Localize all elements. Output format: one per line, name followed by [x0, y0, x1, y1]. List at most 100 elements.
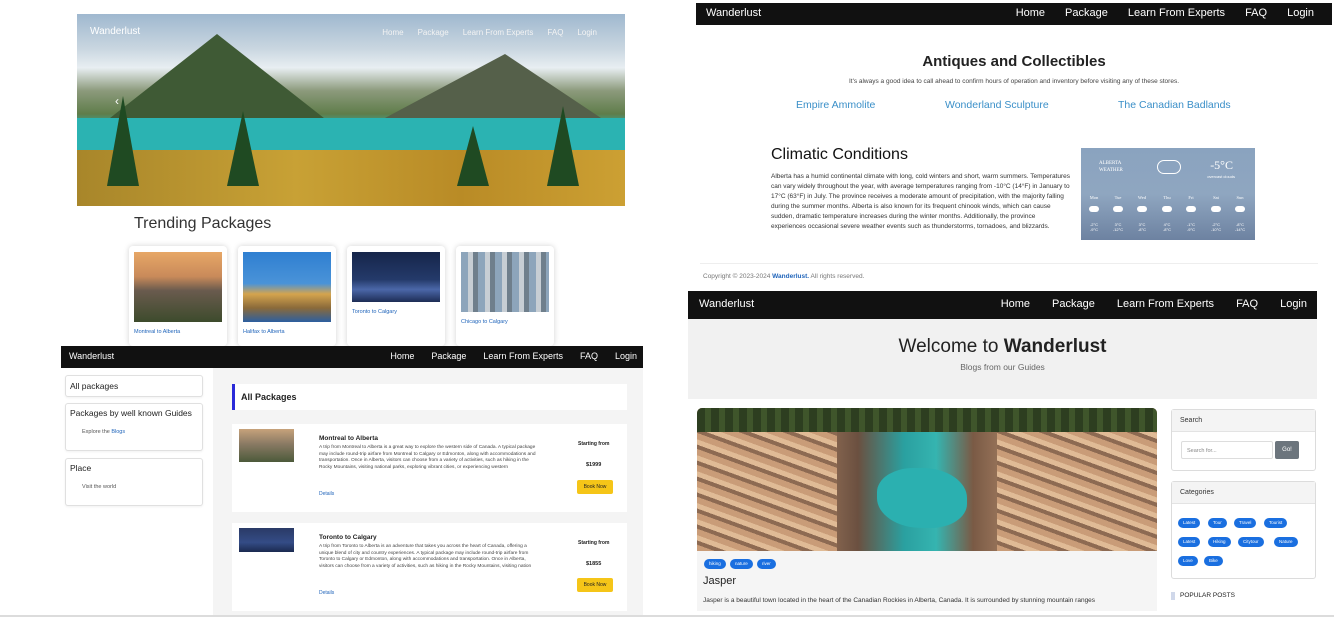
nav-login[interactable]: Login: [577, 28, 597, 37]
package-title: Toronto to Calgary: [319, 534, 377, 541]
package-row: Montreal to Alberta A trip from Montreal…: [232, 424, 627, 512]
nav-learn-from-experts[interactable]: Learn From Experts: [463, 28, 534, 37]
book-now-button[interactable]: Book Now: [577, 480, 613, 494]
search-input[interactable]: Search for...: [1181, 441, 1273, 459]
nav-login[interactable]: Login: [1280, 298, 1307, 310]
weather-range: -8°C -14°C: [1230, 222, 1250, 232]
brand-logo[interactable]: Wanderlust: [699, 298, 754, 310]
card-label[interactable]: Halifax to Alberta: [243, 329, 285, 335]
top-navbar: Wanderlust Home Package Learn From Exper…: [61, 346, 643, 368]
nav-learn-from-experts[interactable]: Learn From Experts: [1117, 298, 1214, 310]
search-go-button[interactable]: Go!: [1275, 441, 1299, 459]
cloud-icon: [1162, 206, 1172, 212]
category-tag[interactable]: Hiking: [1208, 537, 1231, 547]
package-price: $1999: [586, 462, 602, 468]
package-row: Toronto to Calgary A trip from Toronto t…: [232, 523, 627, 611]
weather-cloud-icon: [1157, 160, 1181, 174]
post-title[interactable]: Jasper: [703, 575, 736, 587]
sidebar-sub-text: Explore the: [82, 429, 110, 435]
post-tag[interactable]: river: [757, 559, 776, 569]
nav-learn-from-experts[interactable]: Learn From Experts: [483, 351, 563, 361]
nav-faq[interactable]: FAQ: [547, 28, 563, 37]
nav-learn-from-experts[interactable]: Learn From Experts: [1128, 7, 1225, 19]
weather-day: Fri: [1188, 195, 1194, 200]
book-now-button[interactable]: Book Now: [577, 578, 613, 592]
package-card[interactable]: Chicago to Calgary: [456, 246, 554, 346]
sidebar-item-all-packages[interactable]: All packages: [65, 375, 203, 397]
cloud-icon: [1113, 206, 1123, 212]
nav-faq[interactable]: FAQ: [1236, 298, 1258, 310]
chevron-left-icon[interactable]: ‹: [115, 94, 119, 108]
blogs-sub-text: Blogs from our: [960, 362, 1016, 372]
packages-sidebar: All packages Packages by well known Guid…: [61, 368, 213, 616]
nav-package[interactable]: Package: [1052, 298, 1095, 310]
category-tag[interactable]: Travel: [1234, 518, 1257, 528]
package-card[interactable]: Montreal to Alberta: [129, 246, 227, 346]
nav-login[interactable]: Login: [1287, 7, 1314, 19]
nav-faq[interactable]: FAQ: [1245, 7, 1267, 19]
nav-home[interactable]: Home: [1016, 7, 1045, 19]
store-link[interactable]: The Canadian Badlands: [1118, 99, 1231, 111]
sidebar-item-place[interactable]: Place Visit the world: [65, 458, 203, 506]
store-link[interactable]: Wonderland Sculpture: [945, 99, 1049, 111]
nav-links: Home Package Learn From Experts FAQ Logi…: [390, 351, 637, 361]
categories-widget-title: Categories: [1180, 489, 1214, 496]
category-tag[interactable]: Latest: [1178, 518, 1201, 528]
nav-home[interactable]: Home: [1001, 298, 1030, 310]
nav-home[interactable]: Home: [390, 351, 414, 361]
card-label[interactable]: Toronto to Calgary: [352, 309, 397, 315]
category-tag[interactable]: Tour: [1208, 518, 1227, 528]
hero-tree: [457, 126, 489, 186]
post-image-river: [877, 468, 967, 528]
category-tag[interactable]: Latest: [1178, 537, 1201, 547]
blogs-subtitle: Blogs from our Guides: [688, 362, 1317, 372]
weather-low: -8°C: [1162, 227, 1172, 232]
nav-links: Home Package Learn From Experts FAQ Logi…: [1001, 298, 1307, 310]
weather-low: -10°C: [1210, 227, 1222, 232]
category-tag[interactable]: Nature: [1274, 537, 1298, 547]
nav-login[interactable]: Login: [615, 351, 637, 361]
weather-temperature: -5°C: [1210, 158, 1233, 172]
weather-range: 3°C -12°C: [1108, 222, 1128, 232]
post-tag[interactable]: hiking: [704, 559, 726, 569]
search-widget-title: Search: [1180, 417, 1203, 424]
card-image: [134, 252, 222, 322]
card-label[interactable]: Montreal to Alberta: [134, 329, 180, 335]
category-tag[interactable]: Citytour: [1238, 537, 1264, 547]
blogs-link[interactable]: Blogs: [111, 429, 125, 435]
nav-package[interactable]: Package: [418, 28, 449, 37]
cloud-icon: [1137, 206, 1147, 212]
sidebar-item-label: Place: [70, 463, 92, 473]
nav-package[interactable]: Package: [431, 351, 466, 361]
brand-logo[interactable]: Wanderlust: [69, 351, 114, 361]
cloud-icon: [1235, 206, 1245, 212]
post-tag[interactable]: nature: [730, 559, 753, 569]
sidebar-item-guides[interactable]: Packages by well known Guides Explore th…: [65, 403, 203, 451]
brand-logo[interactable]: Wanderlust: [706, 7, 761, 19]
brand-logo[interactable]: Wanderlust: [90, 26, 140, 37]
card-label[interactable]: Chicago to Calgary: [461, 319, 508, 325]
nav-faq[interactable]: FAQ: [580, 351, 598, 361]
nav-package[interactable]: Package: [1065, 7, 1108, 19]
all-packages-title: All Packages: [241, 392, 297, 402]
popular-posts-title: POPULAR POSTS: [1180, 592, 1235, 599]
starting-from-label: Starting from: [578, 540, 610, 546]
nav-home[interactable]: Home: [382, 28, 403, 37]
category-tag[interactable]: Tourist: [1264, 518, 1288, 528]
hero-lake: [77, 118, 625, 152]
category-tag[interactable]: Bike: [1204, 556, 1223, 566]
card-image: [352, 252, 440, 302]
copyright-brand-link[interactable]: Wanderlust.: [772, 273, 809, 280]
card-image: [461, 252, 549, 312]
weather-range: -1°C -9°C: [1181, 222, 1201, 232]
weather-low: -9°C: [1186, 227, 1196, 232]
package-card[interactable]: Toronto to Calgary: [347, 246, 445, 346]
post-image[interactable]: [697, 408, 1157, 551]
category-tag[interactable]: Love: [1178, 556, 1198, 566]
details-link[interactable]: Details: [319, 491, 334, 497]
store-link[interactable]: Empire Ammolite: [796, 99, 875, 111]
hero-tree: [227, 111, 259, 186]
sidebar-item-label: Packages by well known Guides: [70, 408, 192, 418]
package-card[interactable]: Halifax to Alberta: [238, 246, 336, 346]
details-link[interactable]: Details: [319, 590, 334, 596]
